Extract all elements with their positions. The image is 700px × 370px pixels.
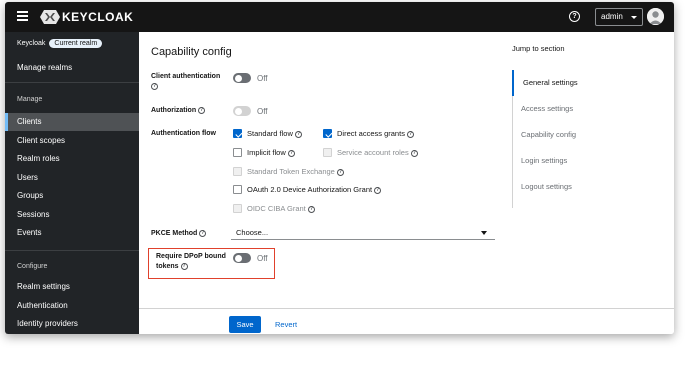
help-icon[interactable]: ? — [336, 168, 344, 176]
sidebar: Keycloak Current realm Manage realms Man… — [5, 32, 139, 334]
caret-down-icon — [481, 231, 487, 235]
authentication-flow-label: Authentication flow — [151, 130, 216, 137]
oidc-ciba-grant-label: OIDC CIBA Grant ? — [247, 204, 315, 213]
help-icon[interactable]: ? — [199, 229, 207, 237]
standard-flow-label: Standard flow ? — [247, 129, 302, 138]
jump-link-access-settings[interactable]: Access settings — [513, 96, 603, 122]
user-avatar-icon — [647, 8, 664, 25]
authorization-text: Authorization — [151, 107, 197, 114]
standard-token-exchange-label: Standard Token Exchange ? — [247, 167, 344, 176]
direct-access-grants-text: Direct access grants — [337, 129, 405, 138]
implicit-flow-text: Implicit flow — [247, 148, 286, 157]
standard-flow-text: Standard flow — [247, 129, 293, 138]
footer-divider — [139, 308, 674, 309]
direct-access-grants-checkbox[interactable] — [323, 129, 332, 138]
pkce-method-text: PKCE Method — [151, 230, 198, 237]
dpop-switch[interactable] — [233, 253, 251, 263]
help-icon[interactable]: ? — [151, 82, 158, 90]
pkce-method-select[interactable]: Choose... — [231, 226, 495, 240]
help-icon[interactable]: ? — [180, 262, 188, 270]
manage-realms-link[interactable]: Manage realms — [17, 63, 72, 72]
dpop-label: Require DPoP bound tokens ? — [156, 252, 226, 272]
dpop-label-line2: tokens — [156, 263, 179, 270]
app-window: KEYCLOAK ? admin Keycloak Current realm … — [5, 2, 674, 334]
logo-text: KEYCLOAK — [62, 10, 134, 24]
revert-button[interactable]: Revert — [275, 316, 297, 333]
dpop-label-line1: Require DPoP bound — [156, 253, 226, 260]
sidebar-item-groups[interactable]: Groups — [5, 187, 139, 205]
pkce-method-value: Choose... — [236, 228, 269, 237]
nav-divider — [5, 250, 139, 251]
current-realm-badge: Current realm — [49, 39, 103, 48]
client-authentication-switch[interactable] — [233, 73, 251, 83]
help-icon[interactable]: ? — [374, 186, 382, 194]
sidebar-item-identity-providers[interactable]: Identity providers — [5, 315, 139, 333]
standard-flow-checkbox[interactable] — [233, 129, 242, 138]
section-title: Capability config — [151, 46, 232, 58]
nav-divider — [5, 82, 139, 83]
service-account-roles-text: Service account roles — [337, 148, 409, 157]
question-circle-icon[interactable]: ? — [569, 11, 580, 22]
client-authentication-label: Client authentication ? — [151, 72, 220, 92]
save-button[interactable]: Save — [229, 316, 261, 333]
authorization-label: Authorization ? — [151, 106, 206, 116]
help-icon[interactable]: ? — [307, 205, 315, 213]
sidebar-item-users[interactable]: Users — [5, 169, 139, 187]
authorization-switch[interactable] — [233, 106, 251, 116]
avatar[interactable] — [647, 8, 664, 25]
keycloak-logo[interactable]: KEYCLOAK — [39, 9, 133, 25]
implicit-flow-checkbox[interactable] — [233, 148, 242, 157]
help-icon[interactable]: ? — [407, 130, 415, 138]
oauth-device-grant-checkbox[interactable] — [233, 185, 242, 194]
service-account-roles-label: Service account roles ? — [337, 148, 418, 157]
realm-name: Keycloak — [17, 40, 46, 47]
oauth-device-grant-label: OAuth 2.0 Device Authorization Grant ? — [247, 185, 382, 194]
pkce-method-label: PKCE Method ? — [151, 229, 207, 239]
help-icon[interactable]: ? — [410, 149, 418, 157]
direct-access-grants-label: Direct access grants ? — [337, 129, 415, 138]
sidebar-item-realm-settings[interactable]: Realm settings — [5, 278, 139, 296]
jump-to-section-nav: General settings Access settings Capabil… — [512, 70, 602, 208]
client-authentication-text: Client authentication — [151, 73, 221, 80]
jump-to-section-title: Jump to section — [512, 44, 565, 53]
keycloak-logo-icon — [40, 10, 60, 24]
authorization-state: Off — [257, 107, 268, 116]
dpop-state: Off — [257, 254, 268, 263]
implicit-flow-label: Implicit flow ? — [247, 148, 295, 157]
masthead: KEYCLOAK ? admin — [5, 2, 674, 32]
help-icon[interactable]: ? — [294, 130, 302, 138]
hamburger-menu-icon[interactable] — [17, 11, 28, 21]
jump-link-logout-settings[interactable]: Logout settings — [513, 174, 603, 200]
oauth-device-grant-text: OAuth 2.0 Device Authorization Grant — [247, 185, 373, 194]
caret-down-icon — [631, 16, 637, 19]
nav-section-configure: Configure — [17, 263, 48, 270]
nav-section-manage: Manage — [17, 96, 43, 103]
sidebar-item-sessions[interactable]: Sessions — [5, 206, 139, 224]
help-icon[interactable]: ? — [198, 106, 206, 114]
main-content: Capability config Client authentication … — [139, 32, 674, 334]
realm-selector[interactable]: Keycloak Current realm — [17, 39, 103, 48]
jump-link-login-settings[interactable]: Login settings — [513, 148, 603, 174]
service-account-roles-checkbox — [323, 148, 332, 157]
oidc-ciba-grant-text: OIDC CIBA Grant — [247, 204, 306, 213]
sidebar-item-authentication[interactable]: Authentication — [5, 297, 139, 315]
standard-token-exchange-checkbox — [233, 167, 242, 176]
sidebar-item-realm-roles[interactable]: Realm roles — [5, 150, 139, 168]
help-icon[interactable]: ? — [287, 149, 295, 157]
sidebar-item-events[interactable]: Events — [5, 224, 139, 242]
sidebar-item-clients[interactable]: Clients — [5, 113, 139, 131]
user-label: admin — [601, 12, 623, 21]
jump-link-general-settings[interactable]: General settings — [512, 70, 602, 96]
user-dropdown[interactable]: admin — [595, 8, 643, 26]
standard-token-exchange-text: Standard Token Exchange — [247, 167, 335, 176]
jump-link-capability-config[interactable]: Capability config — [513, 122, 603, 148]
client-authentication-state: Off — [257, 74, 268, 83]
sidebar-item-client-scopes[interactable]: Client scopes — [5, 132, 139, 150]
oidc-ciba-grant-checkbox — [233, 204, 242, 213]
